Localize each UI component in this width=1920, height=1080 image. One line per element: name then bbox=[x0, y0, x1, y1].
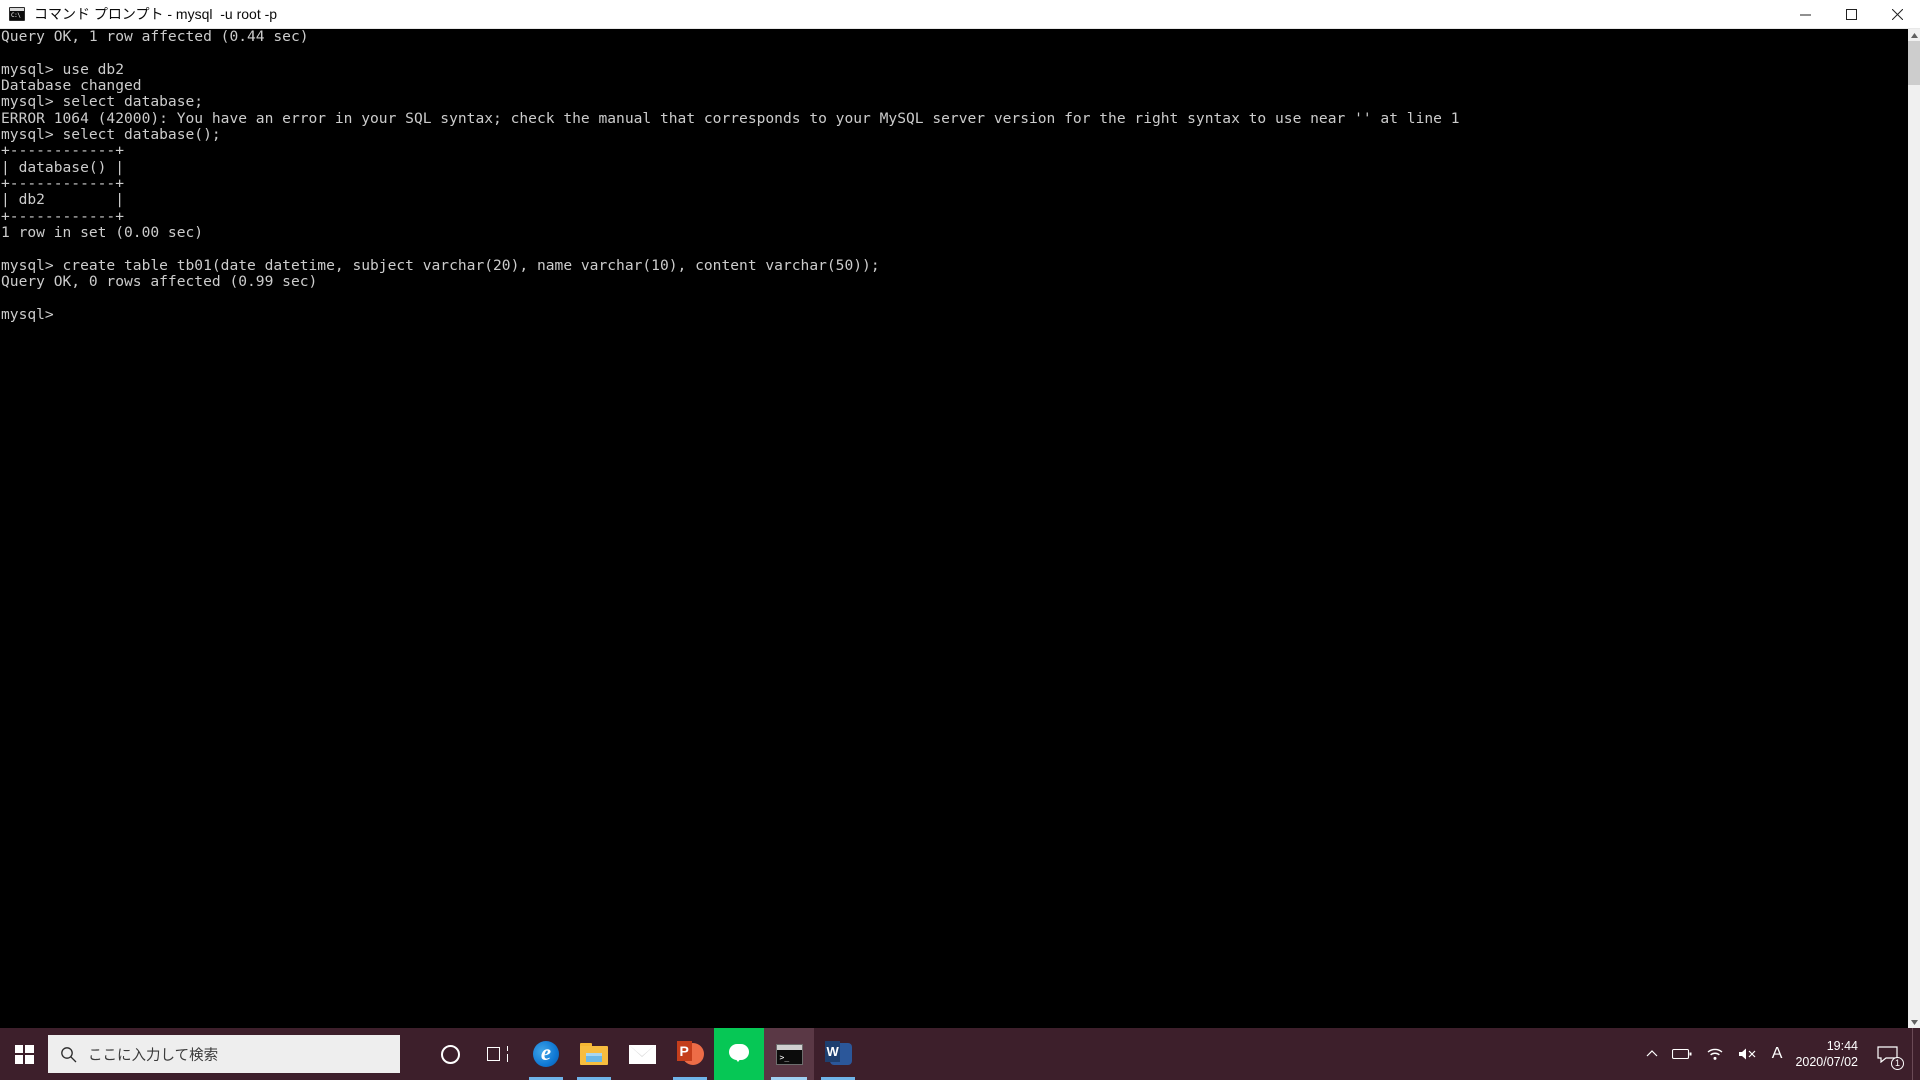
scrollbar-thumb[interactable] bbox=[1908, 41, 1920, 85]
start-button[interactable] bbox=[0, 1028, 48, 1080]
notification-badge: 1 bbox=[1891, 1057, 1904, 1070]
console-line: +------------+ bbox=[1, 207, 125, 225]
console-line: +------------+ bbox=[1, 175, 125, 193]
search-input[interactable]: ここに入力して検索 bbox=[48, 1035, 400, 1073]
console-line: +------------+ bbox=[1, 142, 125, 160]
cmd-icon bbox=[9, 7, 25, 21]
taskbar-item-microsoft-edge[interactable]: e bbox=[522, 1028, 570, 1080]
cmd-icon: >_ bbox=[775, 1043, 803, 1065]
taskbar-item-powerpoint[interactable]: P bbox=[666, 1028, 714, 1080]
console-line: | db2 | bbox=[1, 191, 125, 209]
console-line: | database() | bbox=[1, 158, 125, 176]
console-line: 1 row in set (0.00 sec) bbox=[1, 224, 204, 242]
minimize-button[interactable] bbox=[1782, 0, 1828, 29]
command-prompt-window: コマンド プロンプト - mysql -u root -p Query OK, … bbox=[0, 0, 1920, 1028]
powerpoint-icon: P bbox=[676, 1040, 704, 1068]
maximize-button[interactable] bbox=[1828, 0, 1874, 29]
console-line: Query OK, 1 row affected (0.44 sec) bbox=[1, 29, 309, 45]
clock-time: 19:44 bbox=[1826, 1039, 1858, 1053]
system-tray: A 19:44 2020/07/02 1 bbox=[1639, 1028, 1920, 1080]
console-output[interactable]: Query OK, 1 row affected (0.44 sec) mysq… bbox=[0, 29, 1908, 1028]
notification-icon[interactable]: 1 bbox=[1870, 1028, 1912, 1080]
volume-muted-icon[interactable] bbox=[1731, 1028, 1765, 1080]
mail-icon bbox=[628, 1044, 656, 1064]
console-line: Query OK, 0 rows affected (0.99 sec) bbox=[1, 273, 318, 291]
clock[interactable]: 19:44 2020/07/02 bbox=[1789, 1028, 1870, 1080]
taskbar-item-word[interactable]: W bbox=[814, 1028, 862, 1080]
taskbar-item-cortana[interactable] bbox=[426, 1028, 474, 1080]
task-view-icon bbox=[487, 1046, 509, 1062]
show-desktop-button[interactable] bbox=[1912, 1028, 1920, 1080]
clock-date: 2020/07/02 bbox=[1795, 1055, 1858, 1069]
edge-icon: e bbox=[533, 1041, 559, 1067]
console-line: Database changed bbox=[1, 77, 142, 95]
wifi-icon[interactable] bbox=[1699, 1028, 1731, 1080]
scroll-down-arrow[interactable] bbox=[1908, 1016, 1920, 1028]
battery-icon[interactable] bbox=[1665, 1028, 1699, 1080]
search-icon bbox=[48, 1046, 88, 1063]
windows-logo-icon bbox=[14, 1044, 34, 1064]
console-line: mysql> use db2 bbox=[1, 60, 125, 78]
taskbar-item-file-explorer[interactable] bbox=[570, 1028, 618, 1080]
console-line: mysql> bbox=[1, 305, 54, 323]
window-controls bbox=[1782, 0, 1920, 29]
taskbar-item-line[interactable] bbox=[714, 1028, 764, 1080]
console-line: mysql> select database(); bbox=[1, 126, 221, 144]
vertical-scrollbar[interactable] bbox=[1908, 29, 1920, 1028]
search-placeholder: ここに入力して検索 bbox=[88, 1047, 219, 1064]
console-line: mysql> select database; bbox=[1, 93, 204, 111]
scroll-up-arrow[interactable] bbox=[1908, 29, 1920, 41]
window-title: コマンド プロンプト - mysql -u root -p bbox=[34, 6, 278, 22]
show-hidden-icons-button[interactable] bbox=[1639, 1028, 1665, 1080]
close-button[interactable] bbox=[1874, 0, 1920, 29]
console-line: mysql> create table tb01(date datetime, … bbox=[1, 256, 880, 274]
scrollbar-track[interactable] bbox=[1908, 85, 1920, 1016]
taskbar-item-command-prompt[interactable]: >_ bbox=[764, 1028, 814, 1080]
taskbar-apps: e P >_ W bbox=[426, 1028, 862, 1080]
taskbar: ここに入力して検索 e P >_ W A 19:44 2020/07/02 1 bbox=[0, 1028, 1920, 1080]
title-bar[interactable]: コマンド プロンプト - mysql -u root -p bbox=[0, 0, 1920, 29]
ime-mode-indicator[interactable]: A bbox=[1765, 1028, 1790, 1080]
line-icon bbox=[724, 1039, 754, 1069]
taskbar-item-mail[interactable] bbox=[618, 1028, 666, 1080]
word-icon: W bbox=[824, 1040, 852, 1068]
cortana-icon bbox=[440, 1044, 460, 1064]
taskbar-item-task-view[interactable] bbox=[474, 1028, 522, 1080]
console-line: ERROR 1064 (42000): You have an error in… bbox=[1, 109, 1460, 127]
folder-icon bbox=[580, 1043, 608, 1065]
